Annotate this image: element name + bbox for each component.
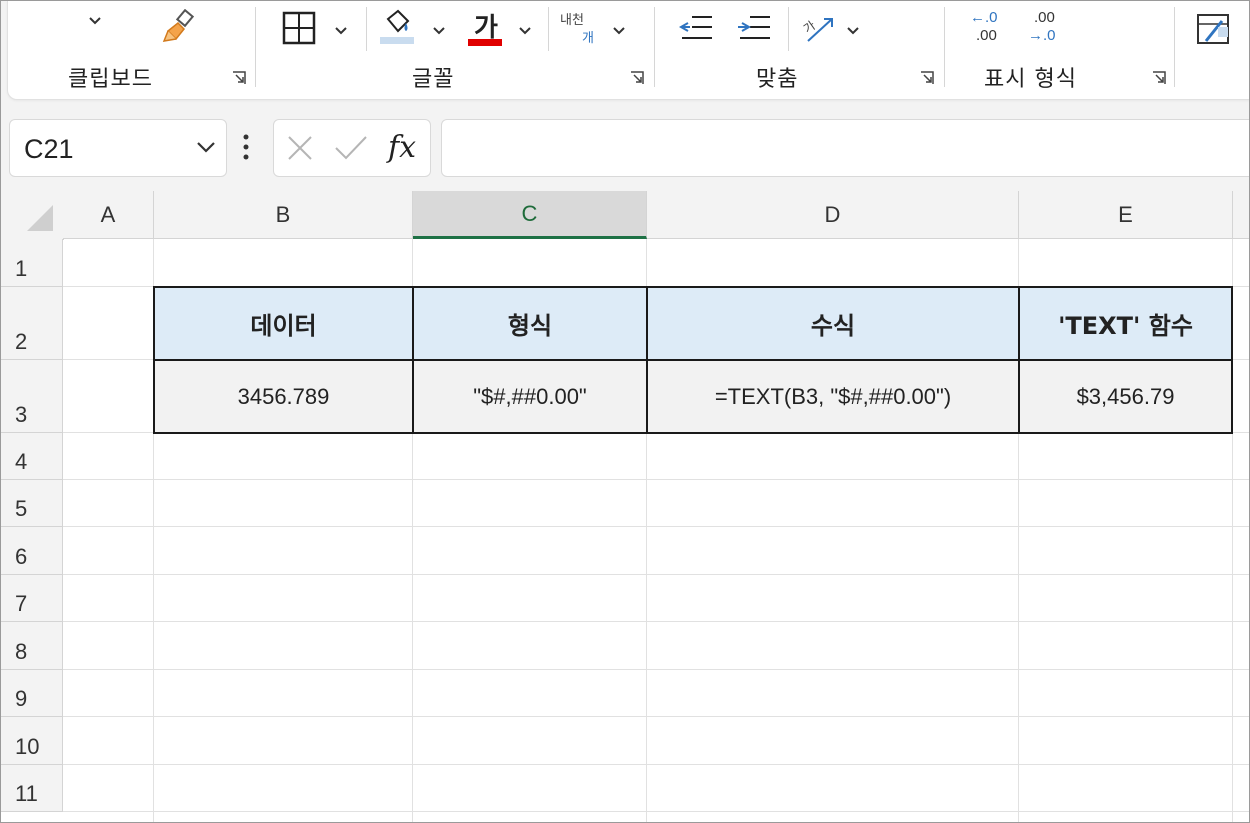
dialog-launcher-icon[interactable] bbox=[1152, 71, 1166, 85]
spreadsheet-grid: A B C D E 1 2 3 4 5 6 7 8 9 10 11 데이터 형식… bbox=[1, 191, 1249, 822]
column-header-e[interactable]: E bbox=[1019, 191, 1233, 239]
separator bbox=[654, 7, 655, 87]
column-header-a[interactable]: A bbox=[63, 191, 154, 239]
row-header-10[interactable]: 10 bbox=[1, 717, 63, 765]
increase-indent-icon[interactable] bbox=[736, 13, 772, 48]
font-color-bar bbox=[468, 39, 502, 46]
cell-c3[interactable]: "$#,##0.00" bbox=[412, 359, 648, 434]
cell-d2[interactable]: 수식 bbox=[646, 286, 1020, 361]
decrease-indent-icon[interactable] bbox=[678, 13, 714, 48]
row-header-3[interactable]: 3 bbox=[1, 360, 63, 433]
enter-check-icon[interactable] bbox=[334, 134, 368, 167]
name-box[interactable]: C21 bbox=[9, 119, 227, 177]
gridline bbox=[63, 621, 1249, 622]
cell-c2[interactable]: 형식 bbox=[412, 286, 648, 361]
separator bbox=[788, 7, 789, 51]
gridline bbox=[63, 811, 1249, 812]
name-box-value: C21 bbox=[24, 134, 74, 164]
cancel-icon[interactable] bbox=[286, 134, 314, 167]
insert-function-button[interactable]: fx bbox=[388, 130, 416, 165]
cell-d3[interactable]: =TEXT(B3, "$#,##0.00") bbox=[646, 359, 1020, 434]
decrease-decimal-icon[interactable]: .00 →.0 bbox=[1028, 9, 1068, 49]
chevron-down-icon[interactable] bbox=[334, 23, 348, 39]
gridline bbox=[63, 526, 1249, 527]
row-header-1[interactable]: 1 bbox=[1, 239, 63, 287]
conditional-format-icon[interactable] bbox=[1196, 13, 1232, 52]
group-label-font: 글꼴 bbox=[412, 67, 455, 92]
chevron-down-icon[interactable] bbox=[88, 13, 102, 29]
dialog-launcher-icon[interactable] bbox=[630, 71, 644, 85]
chevron-down-icon[interactable] bbox=[846, 23, 860, 39]
column-header-b[interactable]: B bbox=[154, 191, 413, 239]
separator bbox=[1174, 7, 1175, 87]
chevron-down-icon[interactable] bbox=[612, 23, 626, 39]
fill-color-icon[interactable] bbox=[378, 7, 418, 52]
gridline bbox=[63, 574, 1249, 575]
group-label-clipboard: 클립보드 bbox=[68, 67, 153, 92]
cell-b2[interactable]: 데이터 bbox=[153, 286, 414, 361]
group-label-number: 표시 형식 bbox=[984, 67, 1077, 92]
dialog-launcher-icon[interactable] bbox=[920, 71, 934, 85]
row-header-2[interactable]: 2 bbox=[1, 287, 63, 360]
separator bbox=[366, 7, 367, 51]
row-header-11[interactable]: 11 bbox=[1, 765, 63, 812]
chevron-down-icon[interactable] bbox=[196, 140, 216, 159]
font-color-icon[interactable]: 가 bbox=[466, 5, 506, 49]
chevron-down-icon[interactable] bbox=[432, 23, 446, 39]
select-all-corner[interactable] bbox=[1, 191, 64, 240]
row-header-8[interactable]: 8 bbox=[1, 622, 63, 670]
gridline bbox=[63, 479, 1249, 480]
orientation-icon[interactable]: 가 bbox=[800, 9, 840, 50]
format-painter-icon[interactable] bbox=[162, 8, 198, 50]
column-header-c[interactable]: C bbox=[413, 191, 647, 239]
formula-input[interactable] bbox=[441, 119, 1249, 177]
group-label-alignment: 맞춤 bbox=[756, 67, 799, 92]
excel-window: 클립보드 가 글꼴 내천 개 가 맞춤 ←.0 .00 .00 →.0 표시 형… bbox=[0, 0, 1250, 823]
separator bbox=[944, 7, 945, 87]
gridline bbox=[63, 716, 1249, 717]
dialog-launcher-icon[interactable] bbox=[232, 71, 246, 85]
wrap-text-icon[interactable]: 내천 개 bbox=[560, 9, 600, 49]
row-header-6[interactable]: 6 bbox=[1, 527, 63, 575]
row-header-9[interactable]: 9 bbox=[1, 670, 63, 717]
column-header-f[interactable] bbox=[1233, 191, 1249, 239]
gridline bbox=[63, 669, 1249, 670]
more-options-icon[interactable] bbox=[243, 134, 249, 160]
cell-e3[interactable]: $3,456.79 bbox=[1018, 359, 1233, 434]
ribbon: 클립보드 가 글꼴 내천 개 가 맞춤 ←.0 .00 .00 →.0 표시 형… bbox=[7, 1, 1249, 100]
separator bbox=[548, 7, 549, 51]
increase-decimal-icon[interactable]: ←.0 .00 bbox=[970, 9, 1010, 49]
row-header-5[interactable]: 5 bbox=[1, 480, 63, 527]
row-header-4[interactable]: 4 bbox=[1, 433, 63, 480]
row-header-7[interactable]: 7 bbox=[1, 575, 63, 622]
cell-e2[interactable]: 'TEXT' 함수 bbox=[1018, 286, 1233, 361]
column-header-d[interactable]: D bbox=[647, 191, 1019, 239]
borders-icon[interactable] bbox=[282, 11, 316, 50]
gridline bbox=[63, 764, 1249, 765]
cell-b3[interactable]: 3456.789 bbox=[153, 359, 414, 434]
formula-controls: fx bbox=[273, 119, 431, 177]
separator bbox=[255, 7, 256, 87]
chevron-down-icon[interactable] bbox=[518, 23, 532, 39]
